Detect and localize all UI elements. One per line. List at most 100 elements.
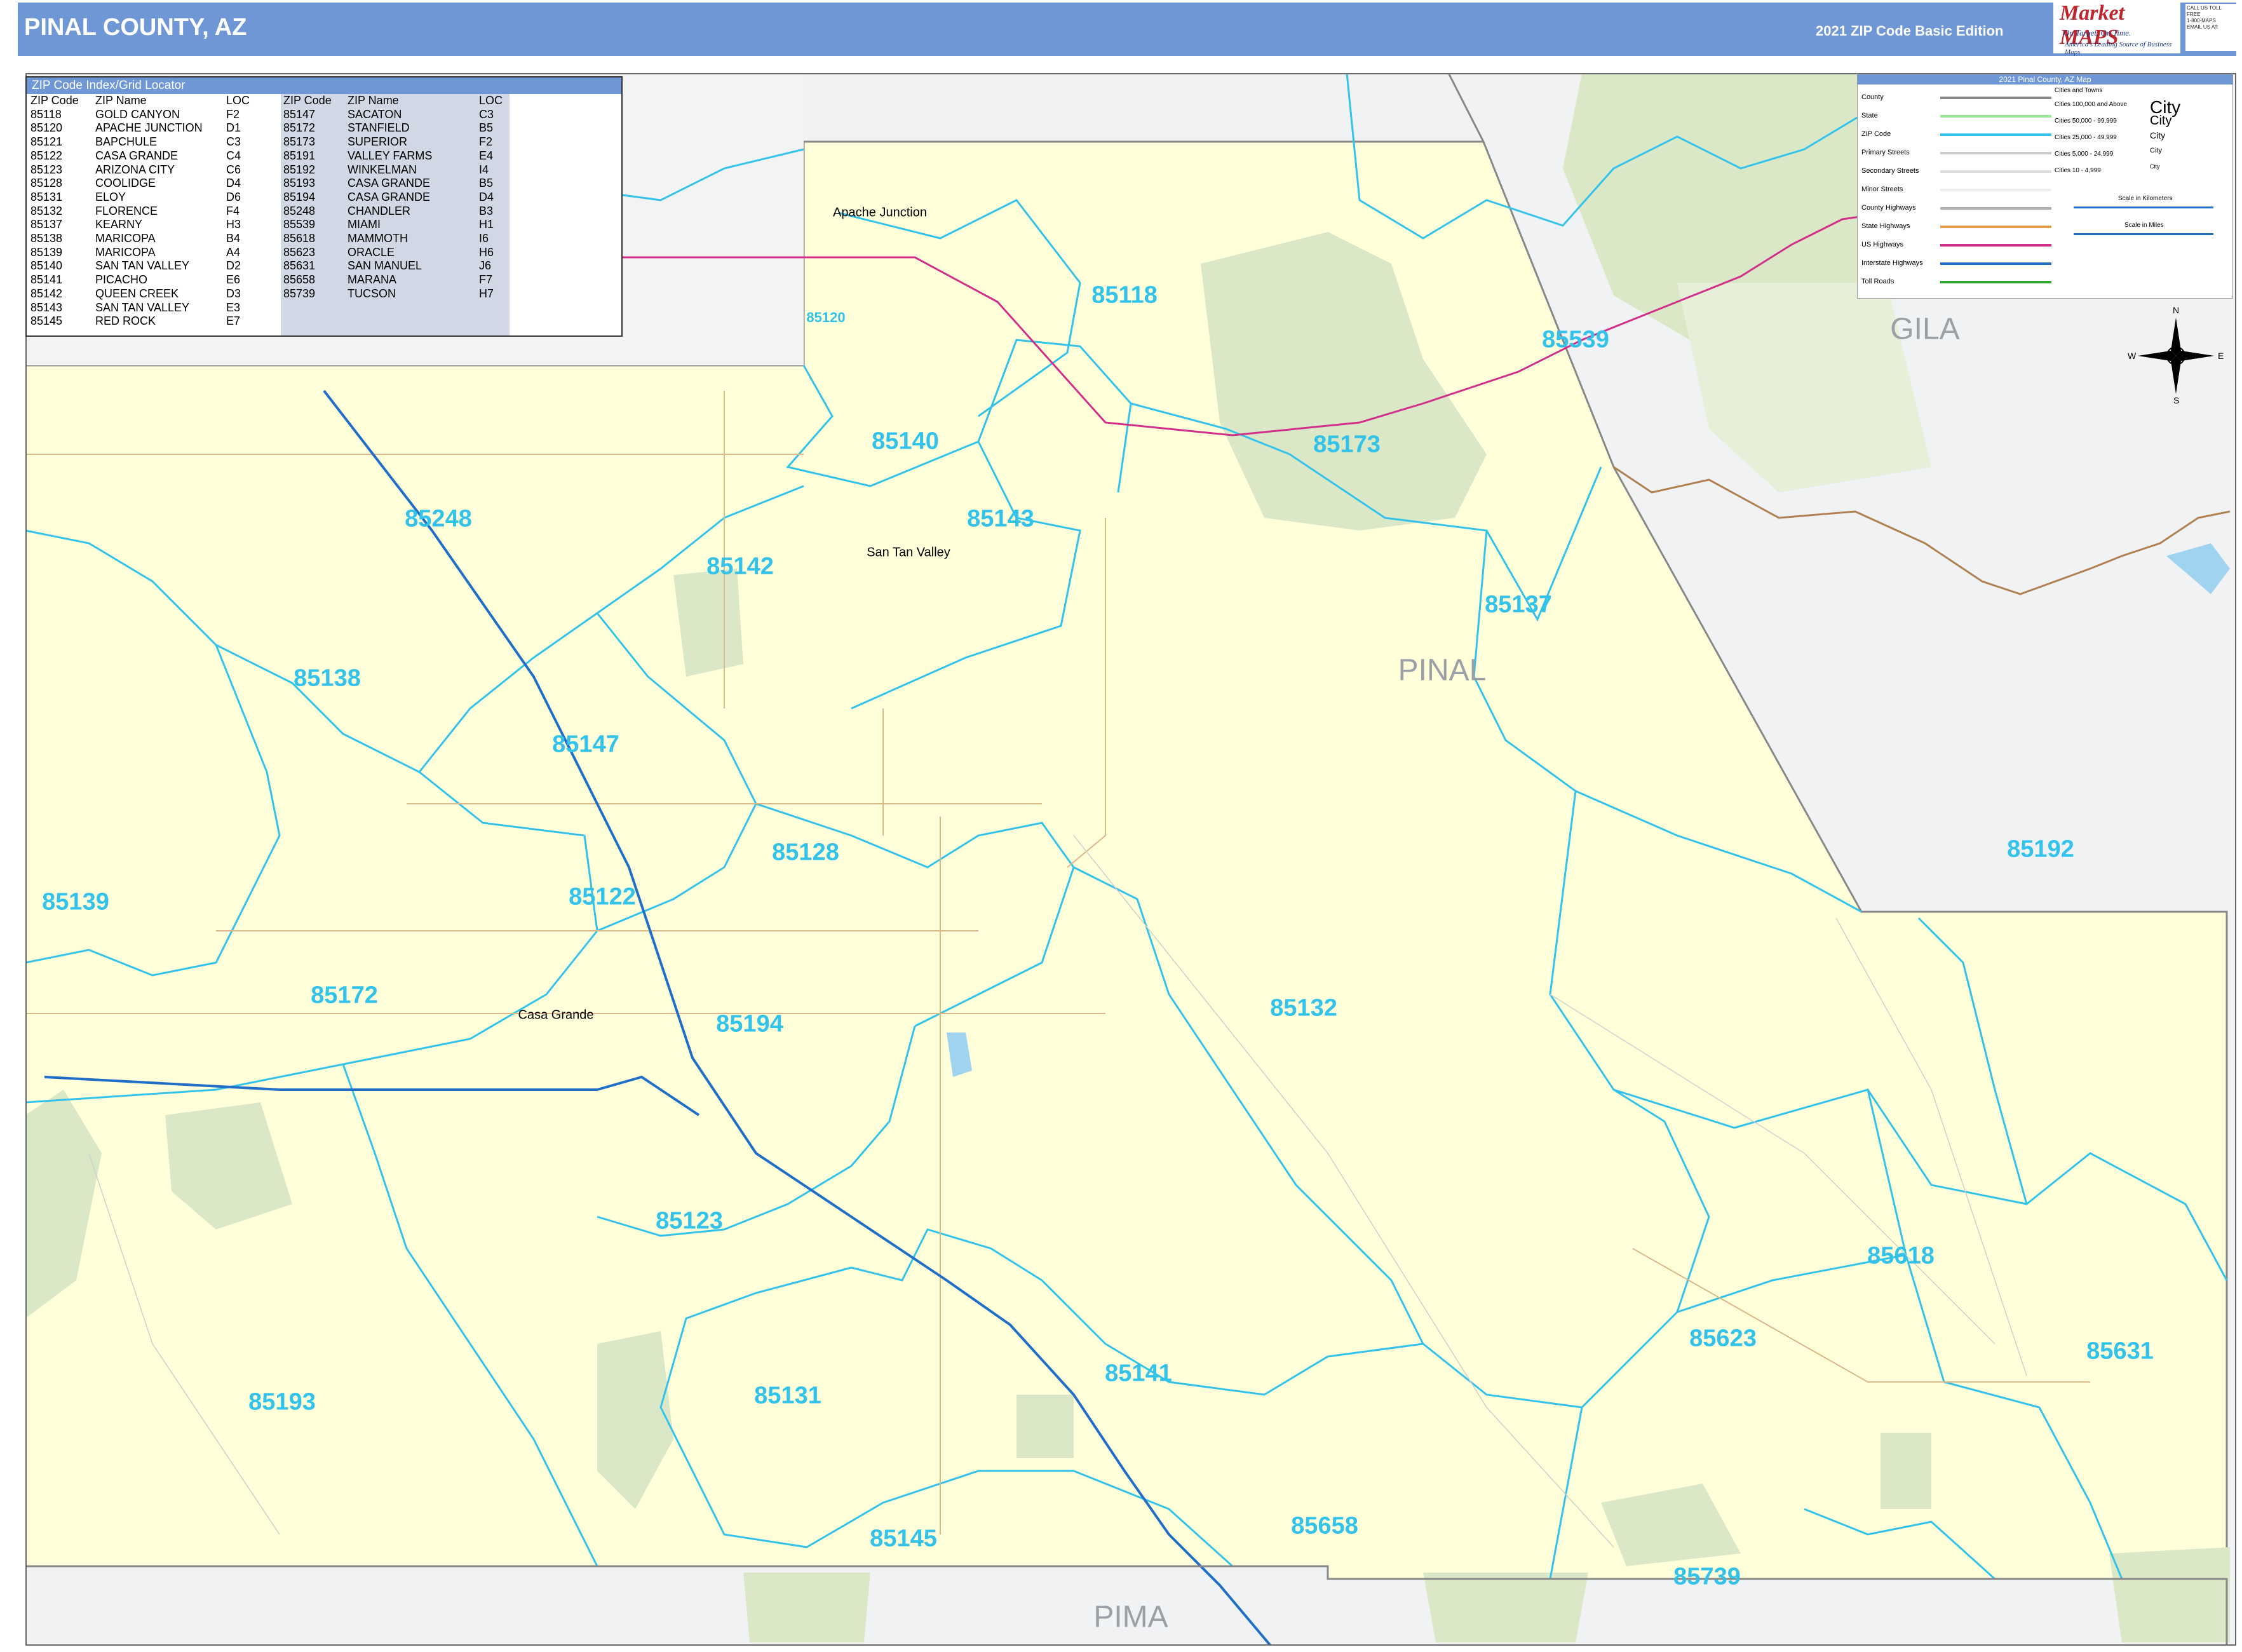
zip-label: 85132 (1270, 994, 1337, 1022)
index-zip-code: 85193 (283, 177, 316, 190)
index-zip-code: 85123 (30, 163, 63, 176)
legend-label: Toll Roads (1861, 278, 1894, 285)
compass-s: S (2173, 395, 2180, 405)
city-label-san-tan-valley: San Tan Valley (867, 545, 950, 560)
legend-swatch (1940, 207, 2051, 210)
index-zip-name: CASA GRANDE (95, 149, 179, 162)
index-grid-loc: E3 (226, 301, 241, 314)
legend-swatch (1940, 189, 2051, 191)
zip-label: 85143 (967, 505, 1034, 532)
zip-label: 85139 (42, 888, 109, 916)
index-grid-loc: B4 (226, 232, 241, 245)
index-zip-name: FLORENCE (95, 204, 158, 217)
contact-line: 1-800-MAPS (2187, 18, 2216, 24)
index-zip-code: 85122 (30, 149, 63, 162)
index-zip-name: ORACLE (348, 245, 395, 259)
index-zip-name: SAN MANUEL (348, 259, 422, 273)
legend-label: State Highways (1861, 222, 1910, 230)
index-grid-loc: A4 (226, 245, 241, 259)
index-zip-code: 85618 (283, 232, 316, 245)
index-zip-name: CASA GRANDE (348, 190, 431, 203)
legend-city-class: Cities 100,000 and Above (2055, 101, 2127, 108)
index-zip-code: 85128 (30, 177, 63, 190)
index-header-zip: ZIP Code (30, 94, 79, 107)
index-zip-name: APACHE JUNCTION (95, 121, 203, 135)
index-zip-code: 85658 (283, 273, 316, 287)
index-zip-code: 85631 (283, 259, 316, 273)
index-grid-loc: H6 (479, 245, 494, 259)
index-zip-code: 85132 (30, 204, 63, 217)
zip-index-title: ZIP Code Index/Grid Locator (27, 78, 621, 94)
index-zip-name: STANFIELD (348, 121, 410, 135)
index-zip-code: 85120 (30, 121, 63, 135)
index-grid-loc: D4 (226, 177, 241, 190)
index-grid-loc: B5 (479, 121, 494, 135)
index-zip-name: RED ROCK (95, 315, 156, 328)
legend-swatch (1940, 244, 2051, 247)
index-zip-code: 85139 (30, 245, 63, 259)
legend-city-sample: City (2150, 114, 2172, 128)
index-zip-code: 85118 (30, 107, 62, 121)
index-zip-name: VALLEY FARMS (348, 149, 433, 162)
zip-label: 85140 (872, 428, 939, 455)
index-zip-code: 85248 (283, 204, 316, 217)
index-grid-loc: F7 (479, 273, 493, 287)
index-grid-loc: E7 (226, 315, 241, 328)
legend-city-class: Cities 50,000 - 99,999 (2055, 118, 2117, 125)
legend-label: Primary Streets (1861, 149, 1910, 156)
index-zip-name: SACATON (348, 107, 402, 121)
index-header-name: ZIP Name (348, 94, 399, 107)
index-zip-name: QUEEN CREEK (95, 287, 179, 300)
index-grid-loc: H7 (479, 287, 494, 300)
index-zip-name: SAN TAN VALLEY (95, 259, 190, 273)
logo-tagline: America's Leading Source of Business Map… (2065, 41, 2172, 56)
zip-label: 85631 (2086, 1337, 2154, 1365)
legend-label: County Highways (1861, 204, 1916, 212)
map-legend: 2021 Pinal County, AZ Map County State ZIP… (1857, 74, 2233, 299)
index-zip-code: 85137 (30, 218, 63, 231)
header-bar: PINAL COUNTY, AZ 2021 ZIP Code Basic Edi… (18, 3, 2236, 56)
legend-label: Interstate Highways (1861, 259, 1923, 267)
zip-label: 85248 (405, 505, 472, 532)
index-header-loc: LOC (479, 94, 503, 107)
index-grid-loc: C6 (226, 163, 241, 176)
index-grid-loc: E6 (226, 273, 241, 287)
legend-swatch (1940, 133, 2051, 136)
legend-city-sample: City (2150, 163, 2160, 170)
zip-index-panel: ZIP Code Index/Grid Locator ZIP Code 8511… (25, 76, 623, 337)
index-grid-loc: C4 (226, 149, 241, 162)
index-zip-code: 85141 (30, 273, 63, 287)
legend-swatch (1940, 170, 2051, 173)
zip-label: 85145 (870, 1525, 937, 1552)
index-zip-name: BAPCHULE (95, 135, 158, 149)
index-grid-loc: D6 (226, 190, 241, 203)
contact-line: EMAIL US AT: (2187, 24, 2218, 30)
index-grid-loc: B3 (479, 204, 494, 217)
index-grid-loc: C3 (226, 135, 241, 149)
legend-swatch (1940, 226, 2051, 228)
logo-slogan: On Target, On Time. (2063, 28, 2131, 37)
zip-label: 85658 (1291, 1512, 1358, 1540)
zip-label: 85194 (716, 1010, 783, 1038)
legend-swatch (1940, 152, 2051, 154)
legend-label: Secondary Streets (1861, 167, 1919, 175)
index-zip-code: 85131 (30, 190, 63, 203)
legend-city-class: Cities 5,000 - 24,999 (2055, 151, 2114, 158)
index-zip-name: ARIZONA CITY (95, 163, 175, 176)
zip-label: 85131 (754, 1382, 821, 1409)
legend-title: 2021 Pinal County, AZ Map (1858, 74, 2232, 85)
index-zip-name: SUPERIOR (348, 135, 408, 149)
legend-label: State (1861, 112, 1878, 119)
index-zip-name: MAMMOTH (348, 232, 408, 245)
legend-swatch (1940, 281, 2051, 283)
zip-label: 85193 (248, 1388, 316, 1416)
zip-label: 85120 (806, 309, 846, 325)
legend-label: US Highways (1861, 241, 1904, 248)
index-zip-code: 85194 (283, 190, 316, 203)
index-zip-code: 85191 (283, 149, 316, 162)
compass-e: E (2218, 351, 2224, 361)
index-zip-code: 85140 (30, 259, 63, 273)
legend-label: Minor Streets (1861, 186, 1903, 193)
index-zip-code: 85739 (283, 287, 316, 300)
index-zip-name: WINKELMAN (348, 163, 417, 176)
